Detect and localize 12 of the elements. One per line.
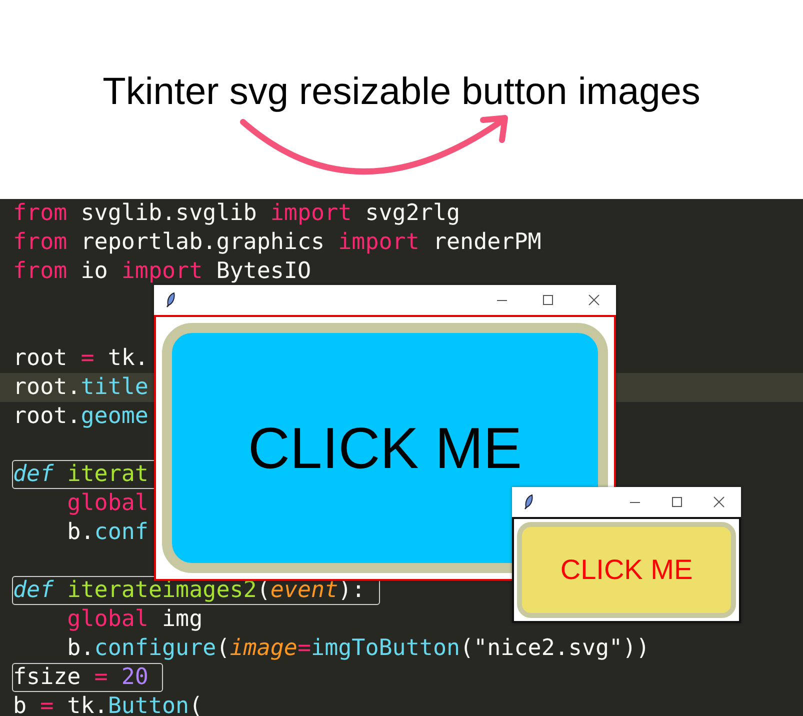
code-line: from io import BytesIO — [12, 257, 312, 286]
code-line: b = tk.Button( — [12, 692, 204, 716]
code-line: b.configure(image=imgToButton("nice2.svg")) — [66, 634, 651, 663]
code-line: root = tk. — [12, 344, 150, 373]
code-line: from svglib.svglib import svg2rlg — [12, 199, 462, 228]
code-line: global img — [66, 605, 204, 634]
page-title: Tkinter svg resizable button images — [102, 70, 700, 114]
code-line: root.title — [12, 373, 150, 402]
code-line: global — [66, 489, 150, 518]
code-line: b.conf — [66, 518, 150, 547]
code-line: root.geome — [12, 402, 150, 431]
code-line: from reportlab.graphics import renderPM — [12, 228, 542, 257]
